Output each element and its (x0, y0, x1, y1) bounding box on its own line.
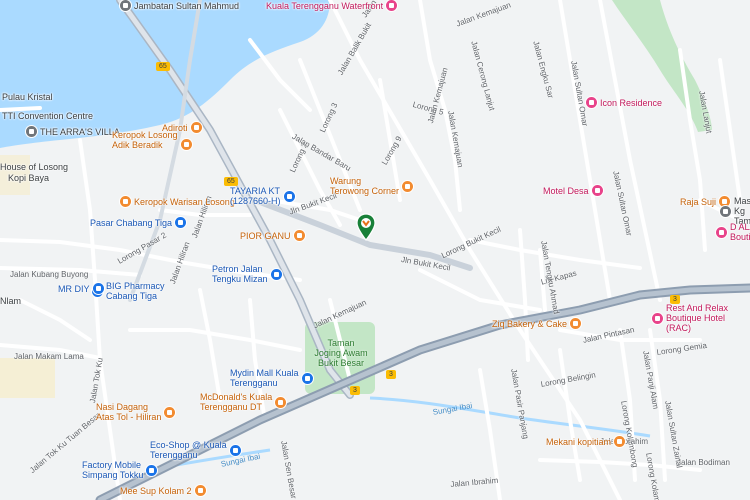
shopping-icon (283, 190, 295, 202)
poi-eco-shop[interactable]: Eco-Shop @ Kuala Terengganu (150, 440, 241, 460)
park-label-taman-joging[interactable]: Taman Joging Awam Bukit Besar (306, 338, 376, 368)
map-canvas[interactable]: 65 65 3 3 3 Jambatan Sultan Mahmud Pulau… (0, 0, 750, 500)
restaurant-icon (293, 230, 305, 241)
poi-d-ala-boutique[interactable]: D ALA Boutique (716, 222, 750, 242)
highway-shield-3: 3 (386, 370, 396, 379)
mosque-icon (720, 205, 731, 217)
restaurant-icon (194, 485, 206, 496)
shopping-icon (146, 464, 158, 476)
restaurant-icon (402, 180, 414, 192)
fast-food-icon (275, 396, 287, 408)
poi-waterfront[interactable]: Kuala Terengganu Waterfront (266, 0, 398, 11)
shopping-icon (92, 283, 104, 294)
road-label: Jalan Bodiman (677, 458, 730, 467)
highway-shield-3: 3 (350, 386, 360, 395)
area-label-nlam: Nlam (0, 296, 22, 306)
attraction-icon (386, 0, 398, 11)
road-label: Jalan Makam Lama (14, 352, 84, 361)
gas-station-icon (270, 268, 282, 280)
hotel-icon (586, 97, 597, 108)
poi-warung-terowong[interactable]: Warung Terowong Corner (330, 176, 414, 196)
shopping-icon (229, 444, 241, 456)
highway-shield-65: 65 (156, 62, 170, 71)
shopping-icon (301, 372, 313, 384)
poi-pior-ganu[interactable]: PIOR GANU (240, 230, 305, 241)
hotel-icon (591, 185, 603, 196)
area-label-pulau-kristal: Pulau Kristal (2, 92, 53, 102)
cafe-icon (614, 436, 626, 447)
map-base-layer (0, 0, 750, 500)
poi-factory-mobile[interactable]: Factory Mobile Simpang Tokku (82, 460, 158, 480)
hotel-icon (716, 226, 727, 238)
poi-mydin-mall[interactable]: Mydin Mall Kuala Terengganu (230, 368, 313, 388)
poi-nasi-dagang[interactable]: Nasi Dagang Atas Tol - Hiliran (96, 402, 176, 422)
poi-motel-desa[interactable]: Motel Desa (543, 185, 603, 196)
poi-icon-residence[interactable]: Icon Residence (586, 97, 662, 108)
poi-jambatan-sultan-mahmud[interactable]: Jambatan Sultan Mahmud (120, 0, 239, 11)
sand-area (0, 358, 55, 398)
poi-petron[interactable]: Petron Jalan Tengku Mizan (212, 264, 282, 284)
hotel-icon (652, 312, 663, 324)
restaurant-icon (164, 406, 176, 418)
poi-arras-villa[interactable]: THE ARRA'S VILLA (26, 126, 120, 137)
building-icon (26, 126, 37, 137)
restaurant-icon (180, 139, 192, 150)
area-label-house-of-losong: House of Losong (0, 162, 69, 172)
poi-mcdonalds[interactable]: McDonald's Kuala Terengganu DT (200, 392, 287, 412)
poi-mee-sup[interactable]: Mee Sup Kolam 2 (120, 485, 206, 496)
area-label-kopi-baya: Kopi Baya (8, 173, 50, 183)
poi-rest-and-relax[interactable]: Rest And Relax Boutique Hotel (RAC) (652, 303, 750, 333)
poi-pasar-chabang-tiga[interactable]: Pasar Chabang Tiga (90, 217, 187, 228)
poi-keropok-losong[interactable]: Keropok Losong Adik Beradik (112, 130, 192, 150)
highway-shield-65: 65 (224, 177, 238, 186)
restaurant-icon (120, 196, 131, 207)
poi-mekani-kopitiam[interactable]: Mekani kopitiam (546, 436, 626, 447)
road-label: Jalan Kubang Buyong (10, 270, 89, 279)
area-label-tti: TTI Convention Centre (2, 111, 94, 121)
bakery-icon (570, 318, 582, 329)
landmark-icon (120, 0, 131, 11)
location-pin-icon[interactable] (355, 213, 377, 241)
restaurant-icon (190, 122, 202, 133)
poi-keropok-warisan[interactable]: Keropok Warisan Losong (120, 196, 235, 207)
poi-mr-diy[interactable]: MR DIY (58, 283, 104, 294)
poi-ziq-bakery[interactable]: Ziq Bakery & Cake (492, 318, 582, 329)
poi-tayaria[interactable]: TAYARIA KT (1287660-H) (230, 186, 295, 206)
shopping-icon (175, 217, 187, 228)
